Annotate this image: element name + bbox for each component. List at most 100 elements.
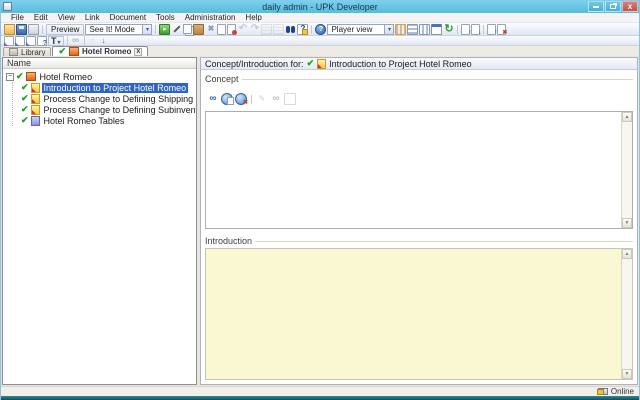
- concept-header-prefix: Concept/Introduction for:: [205, 58, 304, 69]
- preview-webpage-button[interactable]: [284, 93, 296, 105]
- find-button[interactable]: [285, 24, 296, 35]
- close-button[interactable]: [622, 1, 638, 12]
- new-topic-button[interactable]: [26, 35, 36, 46]
- check-in-button[interactable]: [461, 23, 471, 36]
- collapse-all-button[interactable]: [273, 23, 285, 35]
- name-column-header[interactable]: Name: [3, 58, 196, 69]
- sound-editor-button[interactable]: [171, 24, 182, 35]
- scroll-down-icon[interactable]: [622, 218, 632, 228]
- move-up-button[interactable]: [88, 36, 98, 46]
- menu-view[interactable]: View: [53, 13, 80, 22]
- record-button[interactable]: [159, 23, 171, 35]
- play-mode-combobox[interactable]: See It! Mode: [85, 23, 153, 35]
- concept-content-area[interactable]: [206, 112, 621, 228]
- online-status-label: Online: [610, 387, 634, 396]
- move-down-button[interactable]: [99, 36, 109, 46]
- tree-item-subinventories[interactable]: Process Change to Defining Subinventorie…: [13, 104, 196, 115]
- scroll-down-icon[interactable]: [622, 369, 632, 379]
- tab-hotel-romeo[interactable]: Hotel Romeo: [52, 46, 149, 56]
- create-link-button[interactable]: [207, 93, 219, 105]
- tree-item-root[interactable]: Hotel Romeo: [3, 71, 196, 82]
- toolbar-separator: [83, 36, 85, 45]
- preview-button[interactable]: Preview: [46, 23, 85, 35]
- copy-button[interactable]: [183, 24, 193, 34]
- check-out-button[interactable]: [471, 23, 481, 36]
- close-tab-icon[interactable]: [134, 47, 143, 56]
- app-icon[interactable]: [3, 2, 12, 11]
- outline-panel: Name Hotel Romeo Introduction to Project…: [2, 57, 197, 385]
- save-button[interactable]: [16, 23, 27, 35]
- properties-view-button[interactable]: [431, 23, 443, 35]
- refresh-button[interactable]: [443, 24, 454, 35]
- filter-button[interactable]: [297, 23, 309, 35]
- tab-hotel-romeo-label: Hotel Romeo: [82, 47, 132, 56]
- menu-edit[interactable]: Edit: [29, 13, 53, 22]
- minimize-button[interactable]: [588, 1, 604, 12]
- concept-scrollbar[interactable]: [621, 112, 632, 228]
- new-question-button[interactable]: [37, 35, 47, 47]
- library-icon: [9, 48, 18, 56]
- broken-links-button[interactable]: [270, 93, 282, 105]
- chevron-down-icon: [58, 36, 61, 46]
- paste-button[interactable]: [193, 23, 205, 35]
- webpage-icon: [30, 104, 40, 115]
- chevron-down-icon[interactable]: [384, 24, 394, 34]
- rename-button[interactable]: [217, 23, 227, 35]
- checked-in-icon: [16, 71, 24, 82]
- help-button[interactable]: [315, 23, 327, 35]
- toolbar-separator: [155, 24, 157, 34]
- delete-link-button[interactable]: [235, 93, 248, 106]
- delete-button[interactable]: [205, 24, 216, 35]
- chevron-down-icon[interactable]: [142, 24, 152, 34]
- scroll-up-icon[interactable]: [622, 249, 632, 259]
- attachment-type-dropdown[interactable]: T: [48, 35, 64, 46]
- tree-item-introduction[interactable]: Introduction to Project Hotel Romeo: [13, 82, 196, 93]
- toolbar-separator: [457, 24, 459, 34]
- scroll-up-icon[interactable]: [622, 112, 632, 122]
- tree-item-tables[interactable]: Hotel Romeo Tables: [13, 115, 196, 126]
- print-button[interactable]: [28, 23, 39, 35]
- online-status-icon: [596, 388, 608, 395]
- webpage-icon: [30, 93, 40, 104]
- tree-item-shipping-methods[interactable]: Process Change to Defining Shipping Meth…: [13, 93, 196, 104]
- collapse-icon[interactable]: [6, 72, 14, 81]
- play-mode-value: See It! Mode: [89, 24, 135, 34]
- checked-in-icon: [21, 82, 29, 93]
- checked-in-icon: [21, 104, 29, 115]
- package-icon: [30, 115, 40, 126]
- open-button[interactable]: [4, 23, 15, 35]
- restore-button[interactable]: [605, 1, 621, 12]
- introduction-scrollbar[interactable]: [621, 249, 632, 379]
- new-module-button[interactable]: [4, 35, 14, 46]
- restore-document-button[interactable]: [227, 23, 238, 35]
- redo-button[interactable]: [249, 24, 260, 35]
- status-bar: Online: [1, 386, 639, 396]
- introduction-content-area[interactable]: [206, 249, 621, 379]
- get-latest-version-button[interactable]: [487, 23, 497, 36]
- menu-tools[interactable]: Tools: [151, 13, 180, 22]
- details-view-button[interactable]: [395, 23, 407, 35]
- new-section-button[interactable]: [15, 35, 25, 46]
- tree-item-label: Process Change to Defining Subinventorie…: [43, 104, 196, 115]
- expand-all-button[interactable]: [261, 23, 273, 35]
- menu-link[interactable]: Link: [80, 13, 105, 22]
- toolbar-separator: [66, 36, 68, 45]
- menu-document[interactable]: Document: [105, 13, 151, 22]
- title-bar: daily admin - UPK Developer: [1, 0, 639, 13]
- concept-header-document: Introduction to Project Hotel Romeo: [329, 58, 472, 69]
- menu-file[interactable]: File: [6, 13, 29, 22]
- list-view-button[interactable]: [407, 23, 419, 35]
- split-view-button[interactable]: [419, 23, 431, 35]
- tree-item-label: Hotel Romeo Tables: [43, 115, 125, 126]
- link-document-button[interactable]: [71, 36, 81, 46]
- tree-item-label: Hotel Romeo: [39, 71, 93, 82]
- undo-button[interactable]: [237, 24, 248, 35]
- tab-library[interactable]: Library: [3, 47, 52, 57]
- cancel-check-out-button[interactable]: [497, 23, 507, 36]
- toolbar-separator: [42, 24, 43, 34]
- menu-help[interactable]: Help: [240, 13, 266, 22]
- edit-webpage-button[interactable]: [256, 93, 268, 105]
- new-webpage-button[interactable]: [221, 93, 234, 105]
- player-view-combobox[interactable]: Player view: [327, 23, 395, 35]
- menu-administration[interactable]: Administration: [180, 13, 241, 22]
